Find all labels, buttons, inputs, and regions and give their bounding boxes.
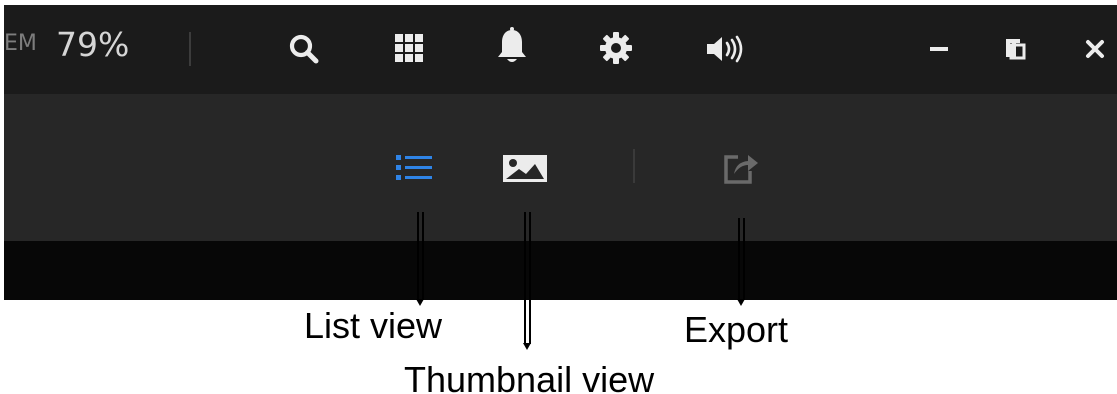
volume-icon [707, 35, 743, 63]
bell-icon [498, 27, 526, 62]
restore-icon [1006, 39, 1026, 60]
toolbar-divider [633, 149, 635, 183]
top-bar-divider [189, 32, 191, 66]
thumbnail-view-caption: Thumbnail view [404, 359, 655, 394]
minimize-icon [930, 47, 948, 51]
gear-icon [600, 32, 632, 64]
list-view-pointer [416, 212, 425, 306]
restore-button[interactable] [996, 33, 1034, 65]
export-icon [724, 155, 758, 184]
close-button[interactable] [1076, 33, 1114, 65]
thumbnail-view-pointer [523, 212, 532, 350]
view-toolbar [4, 94, 1117, 241]
close-icon [1086, 40, 1104, 58]
search-icon [289, 34, 319, 64]
zoom-level: 79% [56, 25, 130, 64]
minimize-button[interactable] [920, 33, 958, 65]
list-view-caption: List view [304, 305, 443, 346]
list-view-icon [396, 155, 432, 180]
export-button[interactable] [717, 144, 763, 190]
top-bar: EM 79% [4, 5, 1117, 94]
thumbnail-view-icon [503, 155, 547, 182]
content-area-edge [4, 241, 1117, 300]
list-view-button[interactable] [391, 148, 437, 188]
search-button[interactable] [284, 29, 324, 69]
annotated-screenshot: EM 79% List view Thumbnail view Export [0, 0, 1117, 394]
apps-grid-button[interactable] [389, 28, 429, 68]
notifications-button[interactable] [491, 25, 533, 69]
thumbnail-view-button[interactable] [498, 148, 552, 188]
settings-button[interactable] [596, 28, 636, 68]
export-pointer [737, 218, 746, 306]
grid-icon [395, 34, 423, 62]
app-screenshot: EM 79% [4, 5, 1117, 300]
export-caption: Export [684, 309, 789, 350]
volume-button[interactable] [704, 31, 748, 67]
truncated-label: EM [4, 31, 37, 56]
